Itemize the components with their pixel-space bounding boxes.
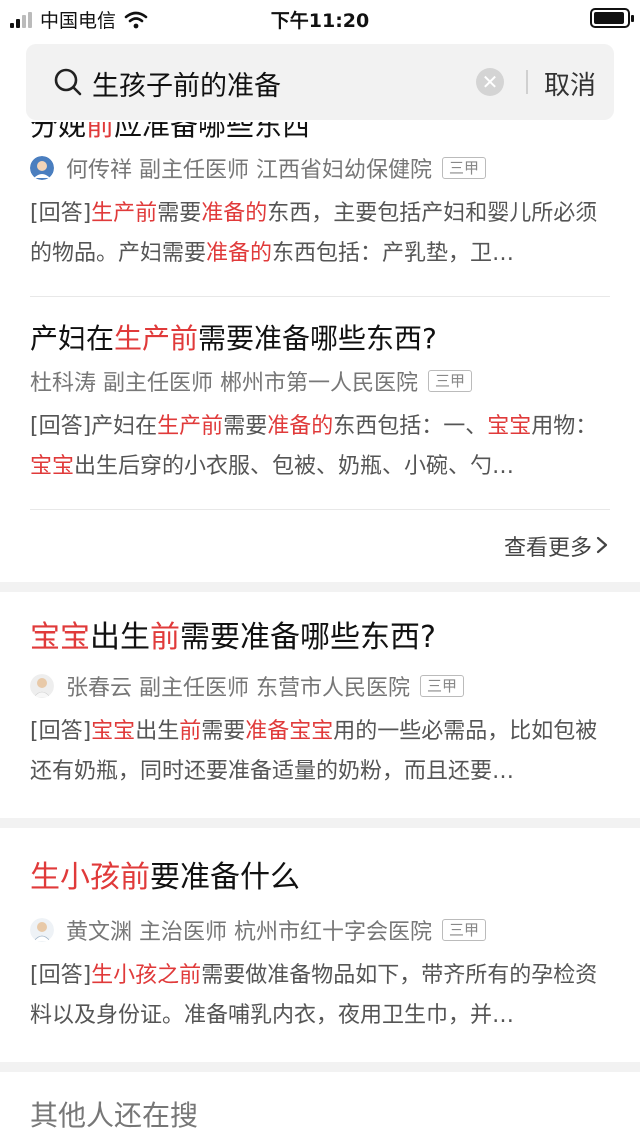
doctor-avatar [30,674,54,698]
text-segment: [回答] [30,963,92,988]
search-bar: 生孩子前的准备 ✕ 取消 [26,44,614,120]
text-segment: 应准备哪些东西 [114,122,311,142]
highlight-text: 准备的 [201,201,268,226]
hospital-badge: 三甲 [420,675,465,697]
text-segment: 需要 [201,719,246,744]
result-item[interactable]: 产妇在生产前需要准备哪些东西? 杜科涛 副主任医师 郴州市第一人民医院 三甲 [… [0,319,640,487]
highlight-text: 宝宝 [30,454,75,479]
status-time: 下午11:20 [270,10,370,32]
item-separator [30,296,610,297]
text-segment: 出生 [135,719,180,744]
status-bar: 中国电信 下午11:20 [0,0,640,36]
highlight-text: 生产前 [91,201,158,226]
answer-snippet: [回答]宝宝出生前需要准备宝宝用的一些必需品，比如包被还有奶瓶，同时还要准备适量… [30,712,610,792]
result-card[interactable]: 生小孩前要准备什么 黄文渊 主治医师 杭州市红十字会医院 三甲 [回答]生小孩之… [0,828,640,1062]
doctor-info: 黄文渊 主治医师 杭州市红十字会医院 三甲 [30,912,610,948]
chevron-right-icon [596,536,608,554]
doctor-info: 何传祥 副主任医师 江西省妇幼保健院 三甲 [30,150,610,186]
highlight-text: 宝宝 [30,620,90,655]
highlight-text: 前 [86,122,115,142]
highlight-text: 准备宝宝 [245,719,334,744]
battery-icon [590,8,634,28]
doctor-avatar [30,156,54,180]
highlight-text: 宝宝 [487,414,532,439]
battery-fill [594,12,625,24]
highlight-text: 生产前 [157,414,224,439]
text-segment: 分娩 [30,122,87,142]
answer-snippet: [回答]产妇在生产前需要准备的东西包括：一、宝宝用物：宝宝出生后穿的小衣服、包被… [30,407,610,487]
view-more-button[interactable]: 查看更多 [0,510,640,582]
result-item[interactable]: 分娩前应准备哪些东西 何传祥 副主任医师 江西省妇幼保健院 三甲 [回答]生产前… [0,122,640,274]
text-segment: 出生后穿的小衣服、包被、奶瓶、小碗、勺… [74,454,515,479]
highlight-text: 生小孩之前 [91,963,202,988]
answer-snippet: [回答]生产前需要准备的东西，主要包括产妇和婴儿所必须的物品。产妇需要准备的东西… [30,194,610,274]
highlight-text: 生小孩前 [30,860,150,895]
section-divider [0,1062,640,1072]
text-segment: [回答] [30,719,92,744]
doctor-info: 杜科涛 副主任医师 郴州市第一人民医院 三甲 [30,363,610,399]
section-divider [0,582,640,592]
results-list: 分娩前应准备哪些东西 何传祥 副主任医师 江西省妇幼保健院 三甲 [回答]生产前… [0,122,640,1138]
result-card[interactable]: 宝宝出生前需要准备哪些东西? 张春云 副主任医师 东营市人民医院 三甲 [回答]… [0,592,640,818]
result-title[interactable]: 生小孩前要准备什么 [30,856,610,900]
search-input[interactable]: 生孩子前的准备 [92,64,281,103]
section-divider [0,818,640,828]
results-group: 分娩前应准备哪些东西 何传祥 副主任医师 江西省妇幼保健院 三甲 [回答]生产前… [0,122,640,582]
text-segment: 产妇在 [30,322,115,355]
search-divider [526,70,528,94]
text-segment: [回答]产妇在 [30,414,158,439]
hospital-badge: 三甲 [442,157,487,179]
result-title[interactable]: 分娩前应准备哪些东西 [30,122,610,146]
highlight-text: 准备的 [206,241,273,266]
text-segment: 东西包括：产乳垫，卫… [272,241,515,266]
text-segment: 东西包括：一、 [333,414,488,439]
doctor-name: 杜科涛 副主任医师 郴州市第一人民医院 [30,371,418,396]
doctor-avatar [30,918,54,942]
highlight-text: 前 [179,719,202,744]
doctor-name: 张春云 副主任医师 东营市人民医院 [66,676,410,701]
doctor-name: 何传祥 副主任医师 江西省妇幼保健院 [66,158,432,183]
text-segment: [回答] [30,201,92,226]
view-more-label: 查看更多 [503,536,592,561]
hospital-badge: 三甲 [428,370,473,392]
search-icon [54,68,82,96]
answer-snippet: [回答]生小孩之前需要做准备物品如下，带齐所有的孕检资料以及身份证。准备哺乳内衣… [30,956,610,1036]
highlight-text: 前 [150,620,180,655]
doctor-info: 张春云 副主任医师 东营市人民医院 三甲 [30,668,610,704]
text-segment: 用物： [531,414,598,439]
text-segment: 要准备什么 [150,860,300,895]
text-segment: 需要 [223,414,268,439]
clear-icon[interactable]: ✕ [476,68,504,96]
result-title[interactable]: 产妇在生产前需要准备哪些东西? [30,319,610,359]
doctor-name: 黄文渊 主治医师 杭州市红十字会医院 [66,920,432,945]
result-title[interactable]: 宝宝出生前需要准备哪些东西? [30,616,610,660]
text-segment: 需要准备哪些东西? [198,322,437,355]
text-segment: 需要 [157,201,202,226]
highlight-text: 准备的 [267,414,334,439]
hospital-badge: 三甲 [442,919,487,941]
highlight-text: 宝宝 [91,719,136,744]
cancel-button[interactable]: 取消 [530,65,610,102]
highlight-text: 生产前 [114,322,199,355]
text-segment: 出生 [90,620,150,655]
related-searches-title: 其他人还在搜 [30,1099,199,1132]
text-segment: 需要准备哪些东西? [180,620,436,655]
